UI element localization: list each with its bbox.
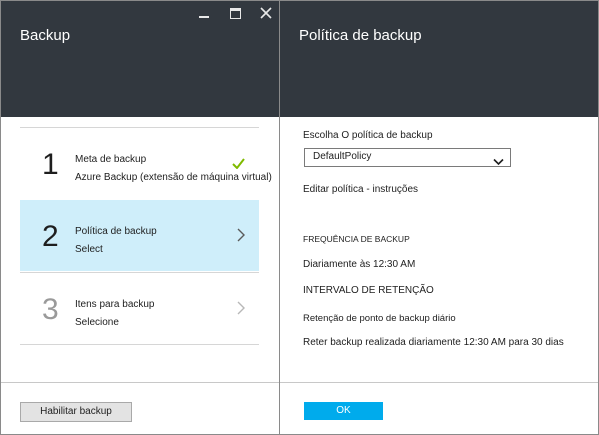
enable-backup-button[interactable]: Habilitar backup [20, 402, 132, 422]
window-frame: Backup 1 Meta de backup Azure Backup (ex… [0, 0, 599, 435]
step-subtitle: Selecione [75, 317, 119, 328]
backup-policy-title: Política de backup [299, 27, 422, 44]
step-subtitle: Select [75, 244, 103, 255]
policy-select-value: DefaultPolicy [313, 151, 372, 162]
backup-blade: Backup 1 Meta de backup Azure Backup (ex… [1, 1, 280, 434]
chevron-right-icon [237, 228, 245, 247]
step-backup-items[interactable]: 3 Itens para backup Selecione [20, 273, 259, 344]
daily-retention-label: Retenção de ponto de backup diário [303, 313, 456, 324]
step-title: Itens para backup [75, 299, 155, 310]
backup-policy-blade: Política de backup Escolha O política de… [280, 1, 598, 434]
backup-frequency-value: Diariamente às 12:30 AM [303, 259, 416, 270]
chevron-right-icon [237, 301, 245, 320]
policy-select[interactable]: DefaultPolicy [304, 148, 511, 167]
footer-divider [1, 382, 279, 383]
step-title: Política de backup [75, 226, 157, 237]
ok-button[interactable]: OK [304, 402, 383, 420]
check-icon [232, 156, 245, 174]
divider [20, 344, 259, 345]
step-backup-goal[interactable]: 1 Meta de backup Azure Backup (extensão … [20, 128, 272, 199]
edit-policy-link[interactable]: Editar política - instruções [303, 184, 418, 195]
backup-policy-header: Política de backup [280, 1, 598, 117]
backup-blade-title: Backup [20, 27, 71, 44]
step-backup-policy[interactable]: 2 Política de backup Select [20, 200, 259, 271]
footer-divider [280, 382, 598, 383]
minimize-icon[interactable] [196, 5, 212, 21]
backup-frequency-header: FREQUÊNCIA DE BACKUP [303, 234, 410, 244]
step-title: Meta de backup [75, 154, 147, 165]
choose-policy-label: Escolha O política de backup [303, 130, 433, 141]
backup-blade-header: Backup [1, 1, 279, 117]
step-number: 3 [42, 293, 59, 326]
step-number: 1 [42, 148, 59, 181]
retention-range-header: INTERVALO DE RETENÇÃO [303, 285, 434, 296]
maximize-icon[interactable] [228, 5, 244, 21]
chevron-down-icon [493, 153, 504, 171]
step-number: 2 [42, 220, 59, 253]
daily-retention-value: Reter backup realizada diariamente 12:30… [303, 337, 564, 348]
close-icon[interactable] [258, 5, 274, 21]
